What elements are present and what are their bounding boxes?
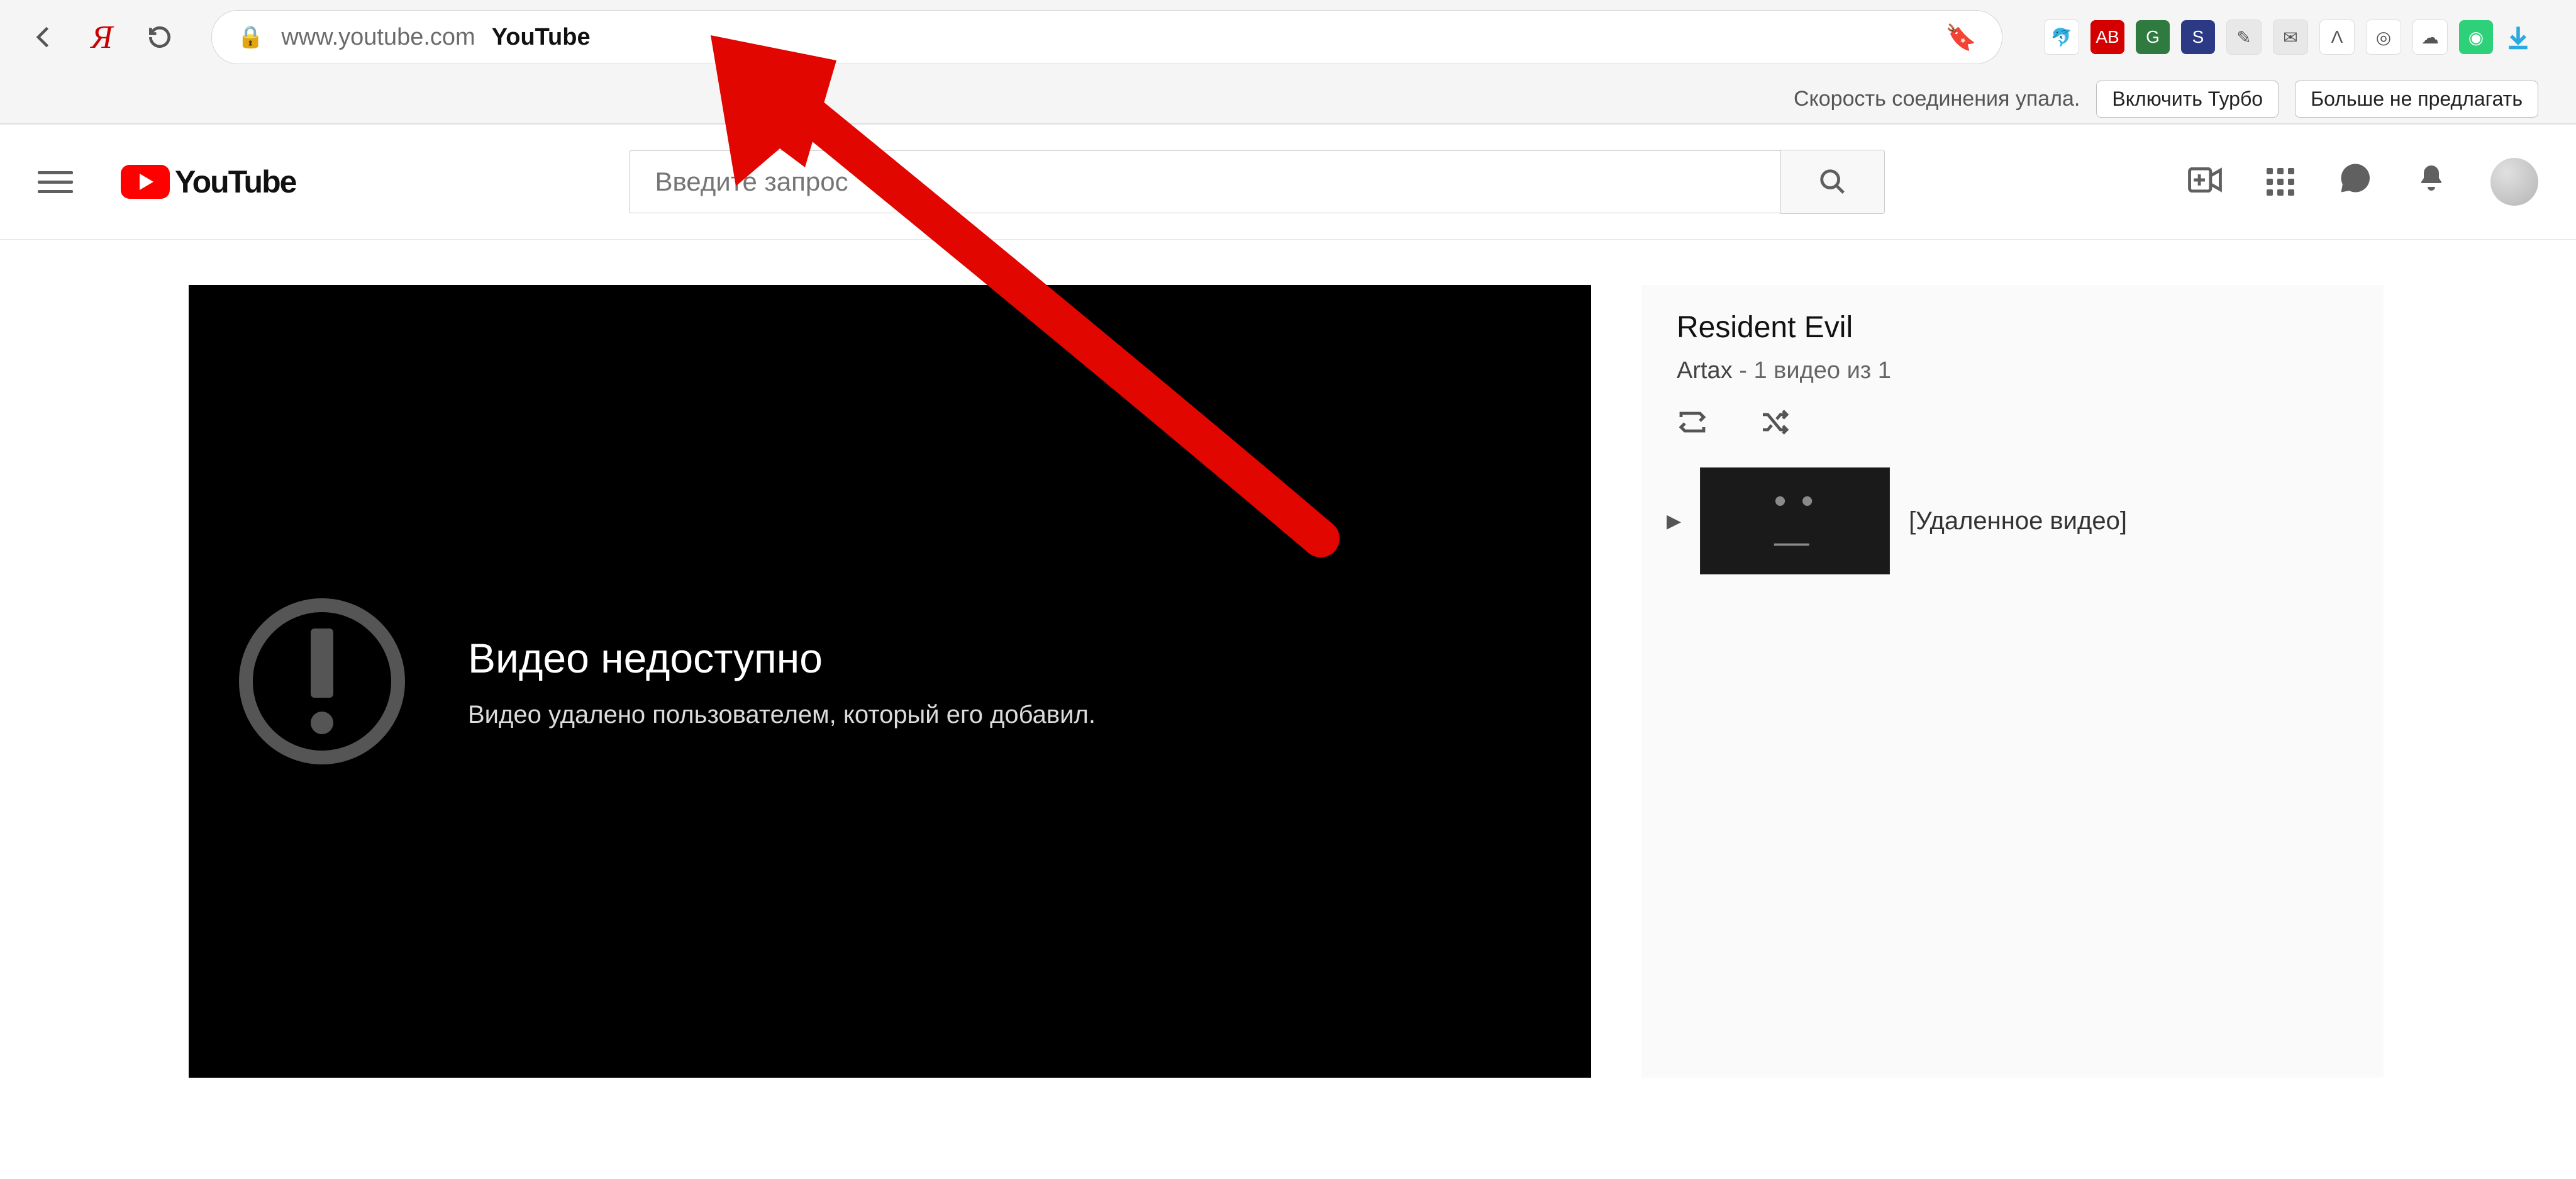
cloud-ext-icon[interactable]: ☁ <box>2412 20 2448 55</box>
deleted-video-thumbnail: • •― <box>1700 467 1890 574</box>
instagram-ext-icon[interactable]: ◎ <box>2366 20 2401 55</box>
playlist-byline: Artax - 1 видео из 1 <box>1677 357 2348 384</box>
search-button[interactable] <box>1780 150 1885 214</box>
playlist-count: - 1 видео из 1 <box>1733 357 1891 384</box>
dismiss-turbo-button[interactable]: Больше не предлагать <box>2295 81 2538 118</box>
search-input[interactable] <box>629 150 1780 213</box>
browser-chrome: Я 🔒 www.youtube.com YouTube 🔖 🐬 AB GS ✎ ✉ Λ ◎ ☁… <box>0 0 2576 125</box>
lock-icon: 🔒 <box>237 25 264 50</box>
youtube-logo[interactable]: YouTube <box>121 164 296 200</box>
kiwi-ext-icon[interactable]: ◉ <box>2459 20 2493 54</box>
playlist-author[interactable]: Artax <box>1677 357 1733 384</box>
turbo-notification-bar: Скорость соединения упала. Включить Турб… <box>0 74 2576 124</box>
messages-icon[interactable] <box>2338 161 2372 203</box>
turbo-message: Скорость соединения упала. <box>1794 87 2080 111</box>
adblock-ext-icon[interactable]: AB <box>2090 20 2124 54</box>
apps-icon[interactable] <box>2267 168 2294 196</box>
metrika-ext-icon[interactable]: Λ <box>2319 20 2355 55</box>
search-form <box>629 150 1885 214</box>
playlist-title: Resident Evil <box>1677 310 2348 345</box>
youtube-logo-text: YouTube <box>175 164 296 200</box>
note-ext-icon[interactable]: ✎ <box>2226 20 2262 55</box>
notifications-icon[interactable] <box>2416 161 2446 203</box>
playlist-panel: Resident Evil Artax - 1 видео из 1 ▶ • •… <box>1641 285 2384 1078</box>
savefrom-ext-icon[interactable]: S <box>2181 20 2215 54</box>
sad-face-icon: • •― <box>1774 480 1816 562</box>
downloads-button[interactable] <box>2493 12 2543 62</box>
video-player-unavailable: Видео недоступно Видео удалено пользоват… <box>189 285 1591 1078</box>
playlist-item-label: [Удаленное видео] <box>1909 507 2127 535</box>
player-error-subtitle: Видео удалено пользователем, который его… <box>468 701 1096 729</box>
player-error-title: Видео недоступно <box>468 634 1096 682</box>
menu-button[interactable] <box>38 171 73 193</box>
create-video-icon[interactable] <box>2187 163 2223 201</box>
playlist-item[interactable]: ▶ • •― [Удаленное видео] <box>1641 464 2384 578</box>
youtube-masthead: YouTube <box>0 125 2576 240</box>
youtube-play-icon <box>121 165 170 199</box>
bookmark-icon[interactable]: 🔖 <box>1945 23 1977 52</box>
mail-ext-icon[interactable]: ✉ <box>2273 20 2308 55</box>
reload-button[interactable] <box>135 12 185 62</box>
enable-turbo-button[interactable]: Включить Турбо <box>2096 81 2279 118</box>
url-text: www.youtube.com <box>281 24 475 51</box>
google-meet-ext-icon[interactable]: G <box>2136 20 2170 54</box>
address-bar[interactable]: 🔒 www.youtube.com YouTube 🔖 <box>211 10 2002 64</box>
page-title-text: YouTube <box>492 24 591 51</box>
avatar[interactable] <box>2490 158 2538 206</box>
yandex-home-button[interactable]: Я <box>77 12 127 62</box>
back-button[interactable] <box>19 12 69 62</box>
shuffle-icon[interactable] <box>1758 410 1790 442</box>
alert-icon <box>239 598 405 764</box>
browser-toolbar: Я 🔒 www.youtube.com YouTube 🔖 🐬 AB GS ✎ ✉ Λ ◎ ☁… <box>0 0 2576 74</box>
dolphin-ext-icon[interactable]: 🐬 <box>2044 20 2079 55</box>
loop-icon[interactable] <box>1677 410 1708 442</box>
extensions-tray: 🐬 AB GS ✎ ✉ Λ ◎ ☁ ◉ <box>2044 20 2493 55</box>
page-content: Видео недоступно Видео удалено пользоват… <box>0 240 2576 1078</box>
now-playing-indicator-icon: ▶ <box>1667 510 1681 532</box>
masthead-actions <box>2187 158 2538 206</box>
